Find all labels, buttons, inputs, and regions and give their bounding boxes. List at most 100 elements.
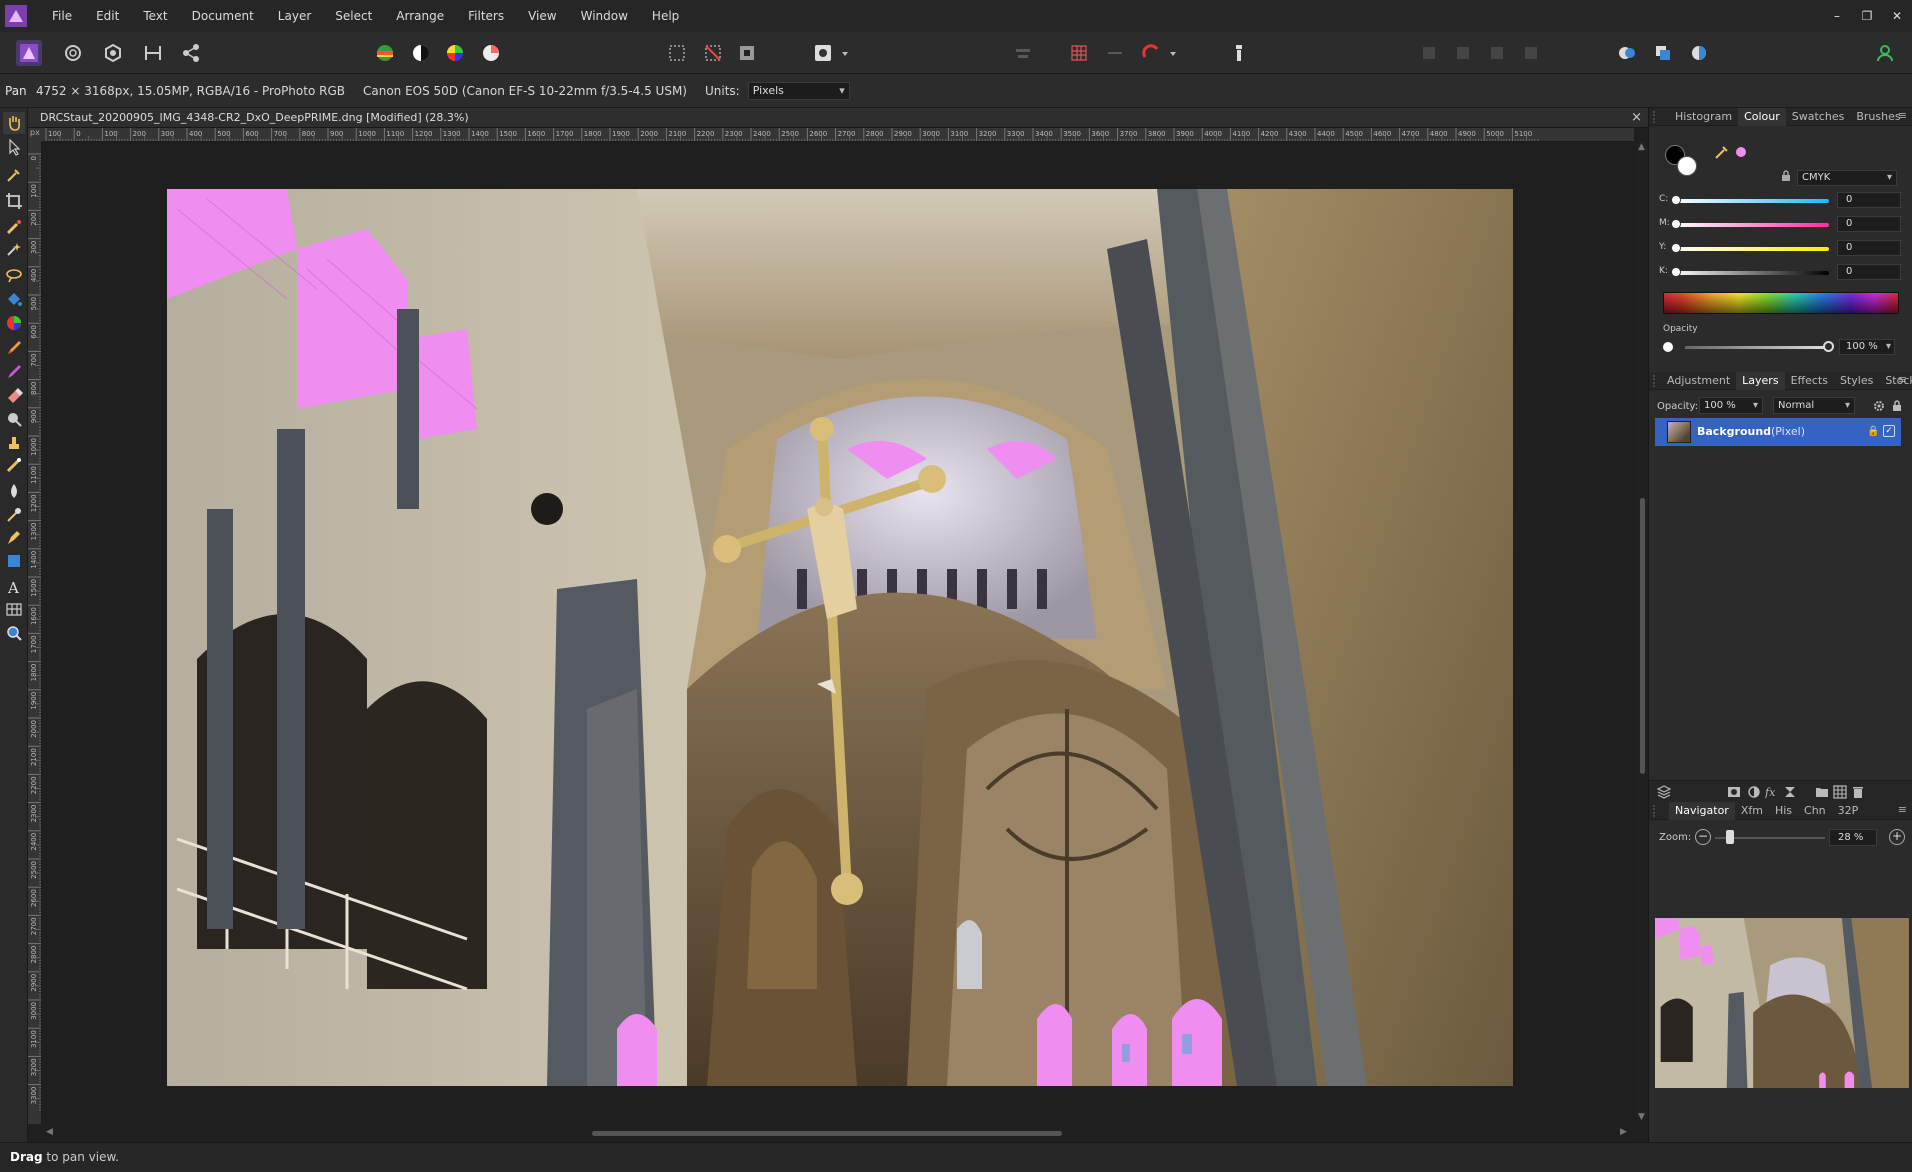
auto-contrast-icon[interactable] [408,40,434,66]
tab-history[interactable]: His [1769,802,1798,820]
restore-button[interactable]: ❐ [1852,9,1882,23]
quick-mask-icon[interactable] [810,40,836,66]
layer-opacity-select[interactable]: 100 % [1699,397,1763,414]
slider-yellow-track[interactable] [1673,247,1829,251]
boolean-subtract-icon[interactable] [1650,40,1676,66]
blur-brush-tool-icon[interactable] [3,480,25,502]
move-tool-icon[interactable] [3,136,25,158]
selection-brush-tool-icon[interactable] [3,216,25,238]
new-group-folder-icon[interactable] [1815,785,1829,799]
crop-tool-icon[interactable] [3,190,25,212]
snapping-grid-icon[interactable] [1066,40,1092,66]
slider-key-value[interactable]: 0 [1837,264,1901,280]
scroll-left-arrow-icon[interactable]: ◀ [46,1127,53,1137]
freehand-selection-tool-icon[interactable] [3,264,25,286]
rectangle-tool-icon[interactable] [3,550,25,572]
menu-window[interactable]: Window [569,0,640,32]
layer-locked-icon[interactable]: 🔒 [1867,426,1879,437]
panel-grip-icon[interactable] [1653,110,1663,123]
delete-layer-trash-icon[interactable] [1851,785,1865,799]
live-filter-icon[interactable] [1783,785,1797,799]
gear-icon[interactable] [1873,400,1885,412]
boolean-intersect-icon[interactable] [1686,40,1712,66]
clone-brush-tool-icon[interactable] [3,432,25,454]
tab-32p[interactable]: 32P [1832,802,1865,820]
layers-stack-icon[interactable] [1657,785,1671,799]
zoom-slider-knob[interactable] [1726,830,1734,844]
close-window-button[interactable]: ✕ [1882,9,1912,23]
align-icon[interactable] [1010,40,1036,66]
slider-cyan-knob[interactable] [1671,195,1681,205]
slider-magenta-knob[interactable] [1671,219,1681,229]
snap-to-pixel-icon[interactable] [1102,40,1128,66]
colour-opacity-track[interactable] [1685,346,1825,349]
adjustment-layer-icon[interactable] [1747,785,1761,799]
color-picker-tool-icon[interactable] [3,164,25,186]
auto-levels-icon[interactable] [372,40,398,66]
slider-key[interactable]: K: 0 [1659,264,1909,282]
insert-inside-icon[interactable] [1484,40,1510,66]
layer-row-background[interactable]: Background (Pixel) 🔒 ✓ [1655,418,1901,446]
paint-mixer-tool-icon[interactable] [3,312,25,334]
tab-transform[interactable]: Xfm [1735,802,1769,820]
menu-document[interactable]: Document [180,0,266,32]
new-pixel-layer-icon[interactable] [1833,785,1847,799]
slider-cyan-track[interactable] [1673,199,1829,203]
slider-magenta-value[interactable]: 0 [1837,216,1901,232]
auto-colours-icon[interactable] [442,40,468,66]
paint-brush-tool-icon[interactable] [3,336,25,358]
colour-opacity-value[interactable]: 100 % [1839,339,1895,355]
user-account-icon[interactable] [1872,40,1898,66]
slider-magenta[interactable]: M: 0 [1659,216,1909,234]
ruler-horizontal[interactable]: 100 0 100 200 300 400 500 600 700 800 900 1000 1100 1… [42,128,1634,142]
vertical-scrollbar[interactable]: ▲ ▼ [1636,142,1648,1124]
auto-white-balance-icon[interactable] [478,40,504,66]
tab-swatches[interactable]: Swatches [1786,108,1851,126]
panel-grip-icon[interactable] [1653,804,1663,817]
vertical-scroll-thumb[interactable] [1640,498,1645,774]
slider-yellow[interactable]: Y: 0 [1659,240,1909,258]
tab-histogram[interactable]: Histogram [1669,108,1738,126]
menu-layer[interactable]: Layer [266,0,323,32]
horizontal-scroll-thumb[interactable] [592,1131,1062,1136]
tab-adjustment[interactable]: Adjustment [1661,372,1736,390]
menu-text[interactable]: Text [131,0,179,32]
panel-menu-icon[interactable]: ≡ [1898,109,1907,122]
lock-icon[interactable] [1780,170,1792,182]
menu-view[interactable]: View [516,0,568,32]
tab-styles[interactable]: Styles [1834,372,1879,390]
panel-menu-icon[interactable]: ≡ [1898,373,1907,386]
document-close-button[interactable]: × [1631,110,1642,125]
colour-picker-icon[interactable] [1714,144,1730,160]
menu-arrange[interactable]: Arrange [384,0,456,32]
colour-spectrum[interactable] [1663,292,1899,314]
minimize-button[interactable]: – [1822,9,1852,23]
snapping-dropdown-icon[interactable] [1166,40,1180,66]
zoom-out-button[interactable]: − [1695,829,1711,845]
share-icon[interactable] [178,40,204,66]
slider-key-track[interactable] [1673,271,1829,275]
tab-colour[interactable]: Colour [1738,107,1786,126]
zoom-value[interactable]: 28 % [1829,829,1877,846]
erase-brush-tool-icon[interactable] [3,384,25,406]
colour-opacity-knob[interactable] [1823,341,1834,352]
photo-persona-icon[interactable] [16,40,42,66]
scroll-right-arrow-icon[interactable]: ▶ [1620,1127,1627,1137]
healing-brush-tool-icon[interactable] [3,454,25,476]
scroll-down-arrow-icon[interactable]: ▼ [1638,1112,1645,1122]
panel-grip-icon[interactable] [1653,374,1655,387]
document-tab[interactable]: DRCStaut_20200905_IMG_4348-CR2_DxO_DeepP… [28,108,1648,128]
sponge-brush-tool-icon[interactable] [3,504,25,526]
ruler-vertical[interactable]: 0 100 200 300 400 500 600 700 800 900 1000 1100 1200… [28,142,42,1124]
units-select[interactable]: Pixels [747,81,850,100]
picked-colour-swatch[interactable] [1736,147,1746,157]
slider-cyan[interactable]: C: 0 [1659,192,1909,210]
dodge-brush-tool-icon[interactable] [3,408,25,430]
insert-above-icon[interactable] [1518,40,1544,66]
colour-opacity-control[interactable]: 100 % [1663,338,1903,358]
layer-visibility-checkbox[interactable]: ✓ [1883,425,1895,437]
menu-select[interactable]: Select [323,0,384,32]
invert-selection-icon[interactable] [734,40,760,66]
blend-mode-select[interactable]: Normal [1773,397,1855,414]
menu-file[interactable]: File [40,0,84,32]
